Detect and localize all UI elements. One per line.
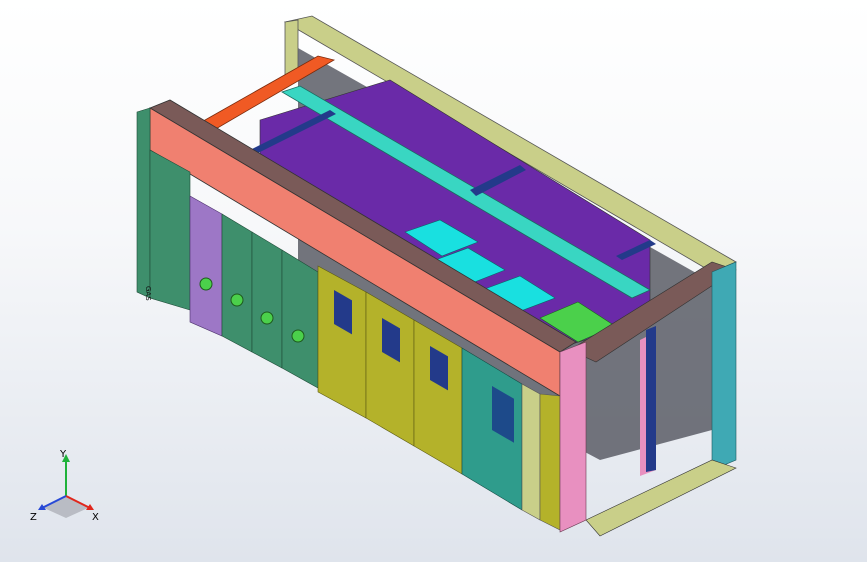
narrow-module[interactable] <box>521 383 541 521</box>
y-axis-label: Y <box>59 449 67 460</box>
left-side-panel <box>136 107 151 299</box>
right-end-panel <box>539 393 561 531</box>
orientation-triad: Y X Z <box>30 449 99 523</box>
vent-label: GAS <box>144 286 152 301</box>
x-axis-label: X <box>92 512 99 523</box>
cad-viewport[interactable]: GAS Y X Z <box>0 0 867 562</box>
left-front-cabinet <box>149 149 191 311</box>
triad-base <box>44 496 88 518</box>
inner-post-blue <box>646 326 656 472</box>
green-module-1[interactable] <box>221 213 253 353</box>
yellow-module-1[interactable] <box>317 265 367 419</box>
green-module-2[interactable] <box>251 231 283 369</box>
rack-cabinet-model[interactable]: GAS <box>0 0 867 562</box>
knob-2[interactable] <box>230 293 244 307</box>
purple-module-1[interactable] <box>189 195 223 337</box>
right-frame-bottom <box>585 459 737 537</box>
knob-1[interactable] <box>199 277 213 291</box>
green-module-3[interactable] <box>281 249 319 389</box>
knob-4[interactable] <box>291 329 305 343</box>
knob-3[interactable] <box>260 311 274 325</box>
z-axis-label: Z <box>30 512 37 523</box>
pink-side-panel <box>559 341 587 533</box>
right-frame-post <box>711 261 737 471</box>
